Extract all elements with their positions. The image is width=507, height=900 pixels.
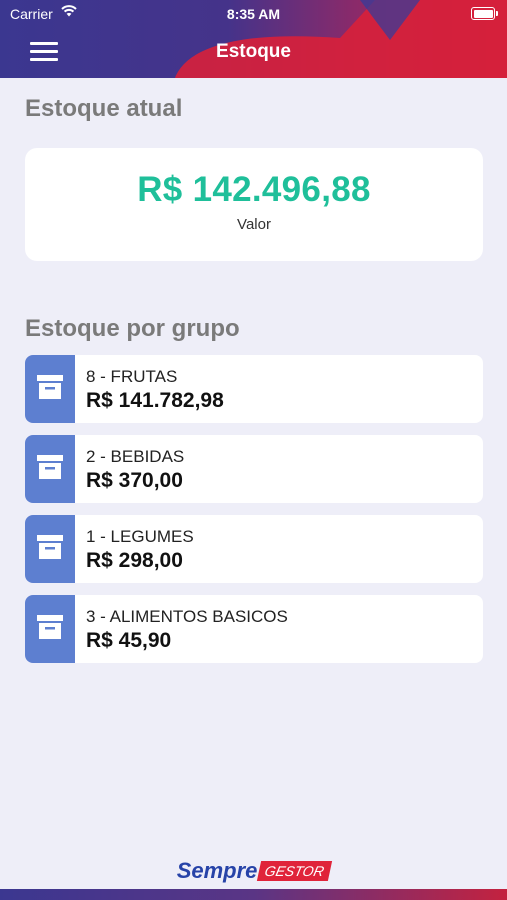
app-header: Carrier 8:35 AM Estoque xyxy=(0,0,507,78)
page-title: Estoque xyxy=(216,41,291,62)
group-value: R$ 45,90 xyxy=(86,629,172,652)
group-item-bebidas[interactable]: 2 - BEBIDAS R$ 370,00 xyxy=(25,435,483,503)
group-stock-heading: Estoque por grupo xyxy=(25,315,240,342)
group-name: 1 - LEGUMES xyxy=(86,527,194,546)
battery-icon xyxy=(471,7,498,20)
footer-bar xyxy=(0,889,507,900)
group-item-frutas[interactable]: 8 - FRUTAS R$ 141.782,98 xyxy=(25,355,483,423)
archive-box-icon xyxy=(25,515,75,583)
group-item-alimentos-basicos[interactable]: 3 - ALIMENTOS BASICOS R$ 45,90 xyxy=(25,595,483,663)
group-name: 2 - BEBIDAS xyxy=(86,447,185,466)
archive-box-icon xyxy=(25,355,75,423)
sempre-gestor-logo: Sempre GESTOR xyxy=(0,858,507,886)
current-stock-heading: Estoque atual xyxy=(25,95,183,122)
archive-box-icon xyxy=(25,595,75,663)
group-name: 8 - FRUTAS xyxy=(86,367,178,386)
nav-bar: Estoque xyxy=(0,28,507,78)
group-value: R$ 370,00 xyxy=(86,469,183,492)
total-stock-label: Valor xyxy=(237,216,271,233)
total-stock-value: R$ 142.496,88 xyxy=(137,170,371,209)
status-bar: Carrier 8:35 AM xyxy=(0,0,507,28)
archive-box-icon xyxy=(25,435,75,503)
logo-gestor-text: GESTOR xyxy=(257,861,333,881)
logo-sempre-text: Sempre xyxy=(176,858,258,883)
group-value: R$ 298,00 xyxy=(86,549,183,572)
total-stock-card: R$ 142.496,88 Valor xyxy=(25,148,483,261)
group-value: R$ 141.782,98 xyxy=(86,389,224,412)
group-item-legumes[interactable]: 1 - LEGUMES R$ 298,00 xyxy=(25,515,483,583)
status-time: 8:35 AM xyxy=(226,6,281,22)
group-name: 3 - ALIMENTOS BASICOS xyxy=(86,607,288,626)
